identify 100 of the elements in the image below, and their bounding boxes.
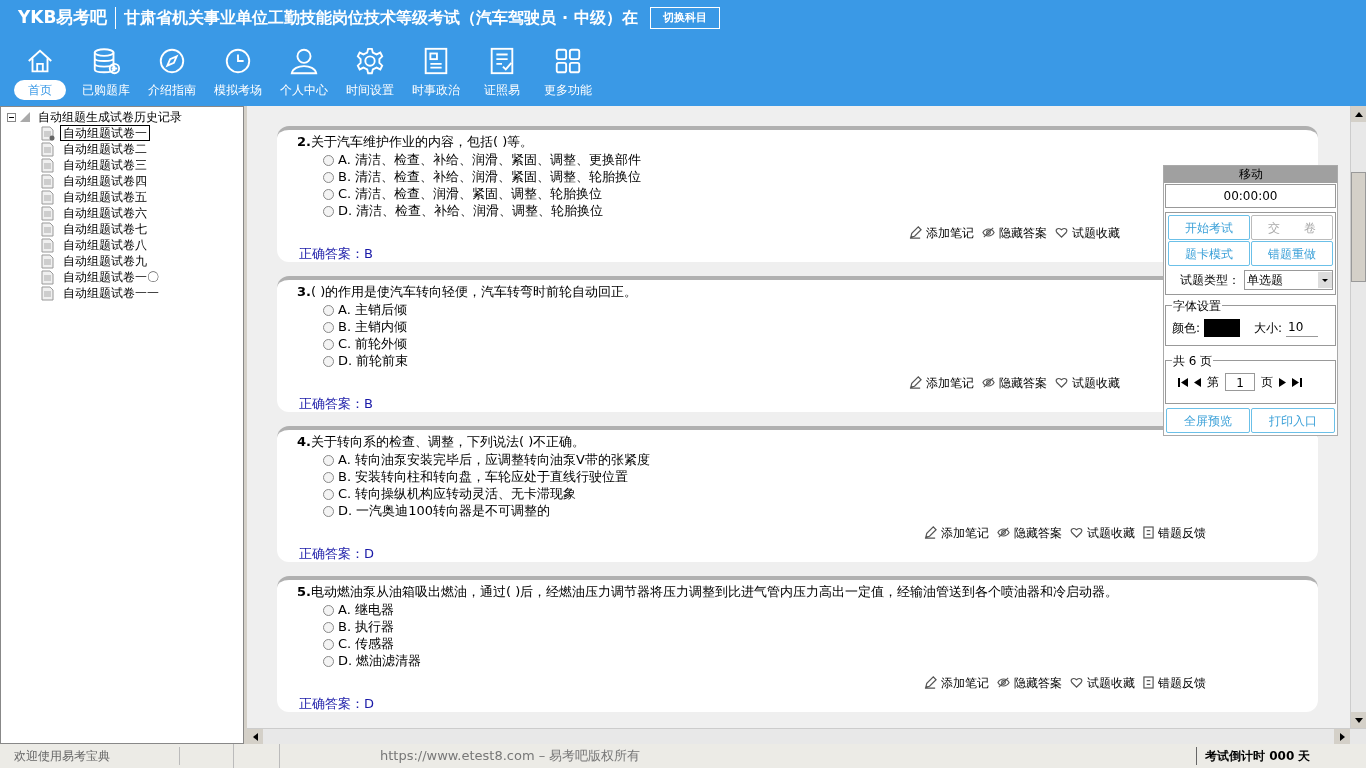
document-icon [41, 189, 55, 205]
radio-button[interactable] [323, 454, 334, 466]
radio-button[interactable] [323, 621, 334, 633]
eye-icon [982, 226, 995, 239]
radio-button[interactable] [323, 171, 334, 183]
action-link[interactable]: 隐藏答案 [982, 373, 1047, 392]
action-link[interactable]: 隐藏答案 [982, 223, 1047, 242]
previous-page-icon[interactable] [1194, 377, 1201, 387]
radio-button[interactable] [323, 505, 334, 517]
document-icon [41, 285, 55, 301]
document-icon [41, 173, 55, 189]
first-page-icon[interactable] [1178, 377, 1188, 387]
radio-button[interactable] [323, 188, 334, 200]
action-link[interactable]: 隐藏答案 [997, 523, 1062, 542]
tree-item[interactable]: 自动组题试卷九 [60, 253, 150, 269]
action-link[interactable]: 添加笔记 [909, 223, 974, 242]
tree-item[interactable]: 自动组题试卷七 [60, 221, 150, 237]
tree-item[interactable]: 自动组题试卷一〇 [60, 269, 162, 285]
document-icon [41, 253, 55, 269]
heart-icon [1055, 376, 1068, 389]
pencil-icon [909, 226, 922, 239]
copyright-text: https://www.etest8.com – 易考吧版权所有 [379, 747, 641, 766]
action-link[interactable]: 试题收藏 [1055, 223, 1120, 242]
heart-icon [1070, 526, 1083, 539]
document-icon [41, 221, 55, 237]
document-icon [41, 205, 55, 221]
option-label: D. 一汽奥迪100转向器是不可调整的 [338, 502, 551, 521]
question-text: 2.关于汽车维护作业的内容，包括( )等。 [297, 133, 535, 151]
collapse-toggle[interactable] [7, 112, 16, 122]
page-suffix: 页 [1261, 374, 1273, 391]
option-label: A. 清洁、检查、补给、润滑、紧固、调整、更换部件 [338, 151, 641, 170]
option-label: B. 安装转向柱和转向盘，车轮应处于直线行驶位置 [338, 468, 629, 487]
option-label: C. 前轮外倾 [338, 335, 408, 354]
radio-button[interactable] [323, 488, 334, 500]
question-text: 5.电动燃油泵从油箱吸出燃油，通过( )后，经燃油压力调节器将压力调整到比进气管内压力高出一定值，经输油管送到各个喷油器和冷启动器。 [297, 583, 1120, 601]
book-icon [1143, 676, 1154, 689]
radio-button[interactable] [323, 355, 334, 367]
option-label: C. 传感器 [338, 635, 395, 654]
radio-button[interactable] [323, 338, 334, 350]
color-swatch[interactable] [1204, 318, 1241, 337]
action-link[interactable]: 错题反馈 [1143, 523, 1206, 542]
option-label: C. 清洁、检查、润滑、紧固、调整、轮胎换位 [338, 185, 603, 204]
pencil-icon [909, 376, 922, 389]
radio-button[interactable] [323, 205, 334, 217]
radio-button[interactable] [323, 655, 334, 667]
action-link[interactable]: 添加笔记 [924, 523, 989, 542]
question-text: 4.关于转向系的检查、调整，下列说法( )不正确。 [297, 433, 587, 451]
database-icon [91, 46, 121, 76]
action-link[interactable]: 隐藏答案 [997, 673, 1062, 692]
document-icon [41, 237, 55, 253]
type-label: 试题类型： [1180, 272, 1240, 289]
action-link[interactable]: 添加笔记 [909, 373, 974, 392]
radio-button[interactable] [323, 604, 334, 616]
tree-item[interactable]: 自动组题试卷三 [60, 157, 150, 173]
panel-title-bar[interactable]: 移动 [1164, 166, 1337, 183]
book-icon [1143, 526, 1154, 539]
pencil-icon [924, 526, 937, 539]
user-icon [289, 46, 319, 76]
action-link[interactable]: 添加笔记 [924, 673, 989, 692]
compass-icon [157, 46, 187, 76]
timer-display: 00:00:00 [1165, 184, 1336, 208]
last-page-icon[interactable] [1292, 377, 1302, 387]
heart-icon [1070, 676, 1083, 689]
countdown-text: 考试倒计时 000 天 [1196, 747, 1366, 765]
radio-button[interactable] [323, 154, 334, 166]
tree-item[interactable]: 自动组题试卷一一 [60, 285, 162, 301]
size-field[interactable]: 10 [1286, 318, 1319, 337]
logo: YKB易考吧 [18, 6, 108, 30]
next-page-icon[interactable] [1279, 377, 1286, 387]
correct-answer: 正确答案：B [298, 244, 373, 263]
action-link[interactable]: 错题反馈 [1143, 673, 1206, 692]
tree-item[interactable]: 自动组题试卷四 [60, 173, 150, 189]
correct-answer: 正确答案：D [298, 544, 374, 563]
radio-button[interactable] [323, 471, 334, 483]
pencil-icon [924, 676, 937, 689]
option-label: A. 转向油泵安装完毕后，应调整转向油泵V带的张紧度 [338, 451, 650, 470]
eye-icon [997, 676, 1010, 689]
tree-item[interactable]: 自动组题试卷二 [60, 141, 150, 157]
settings-icon [355, 46, 385, 76]
action-link[interactable]: 试题收藏 [1055, 373, 1120, 392]
radio-button[interactable] [323, 304, 334, 316]
tree-item[interactable]: 自动组题试卷八 [60, 237, 150, 253]
tree-item[interactable]: 自动组题生成试卷历史记录 [38, 108, 182, 126]
type-select[interactable]: 单选题 [1244, 270, 1333, 290]
option-label: B. 清洁、检查、补给、润滑、紧固、调整、轮胎换位 [338, 168, 642, 187]
action-link[interactable]: 试题收藏 [1070, 673, 1135, 692]
document-icon [41, 141, 55, 157]
caret-icon [1318, 272, 1332, 288]
radio-button[interactable] [323, 638, 334, 650]
window-title: 甘肃省机关事业单位工勤技能岗位技术等级考试（汽车驾驶员 · 中级）在 [124, 7, 638, 29]
status-text: 欢迎使用易考宝典 [0, 747, 180, 765]
tree-item[interactable]: 自动组题试卷一 [60, 125, 150, 141]
radio-button[interactable] [323, 321, 334, 333]
triangle-icon [20, 112, 30, 122]
action-link[interactable]: 试题收藏 [1070, 523, 1135, 542]
scrollbar-thumb[interactable] [1351, 172, 1366, 282]
tree-item[interactable]: 自动组题试卷六 [60, 205, 150, 221]
tree-item[interactable]: 自动组题试卷五 [60, 189, 150, 205]
page-field[interactable]: 1 [1225, 373, 1255, 391]
document-icon [41, 157, 55, 173]
